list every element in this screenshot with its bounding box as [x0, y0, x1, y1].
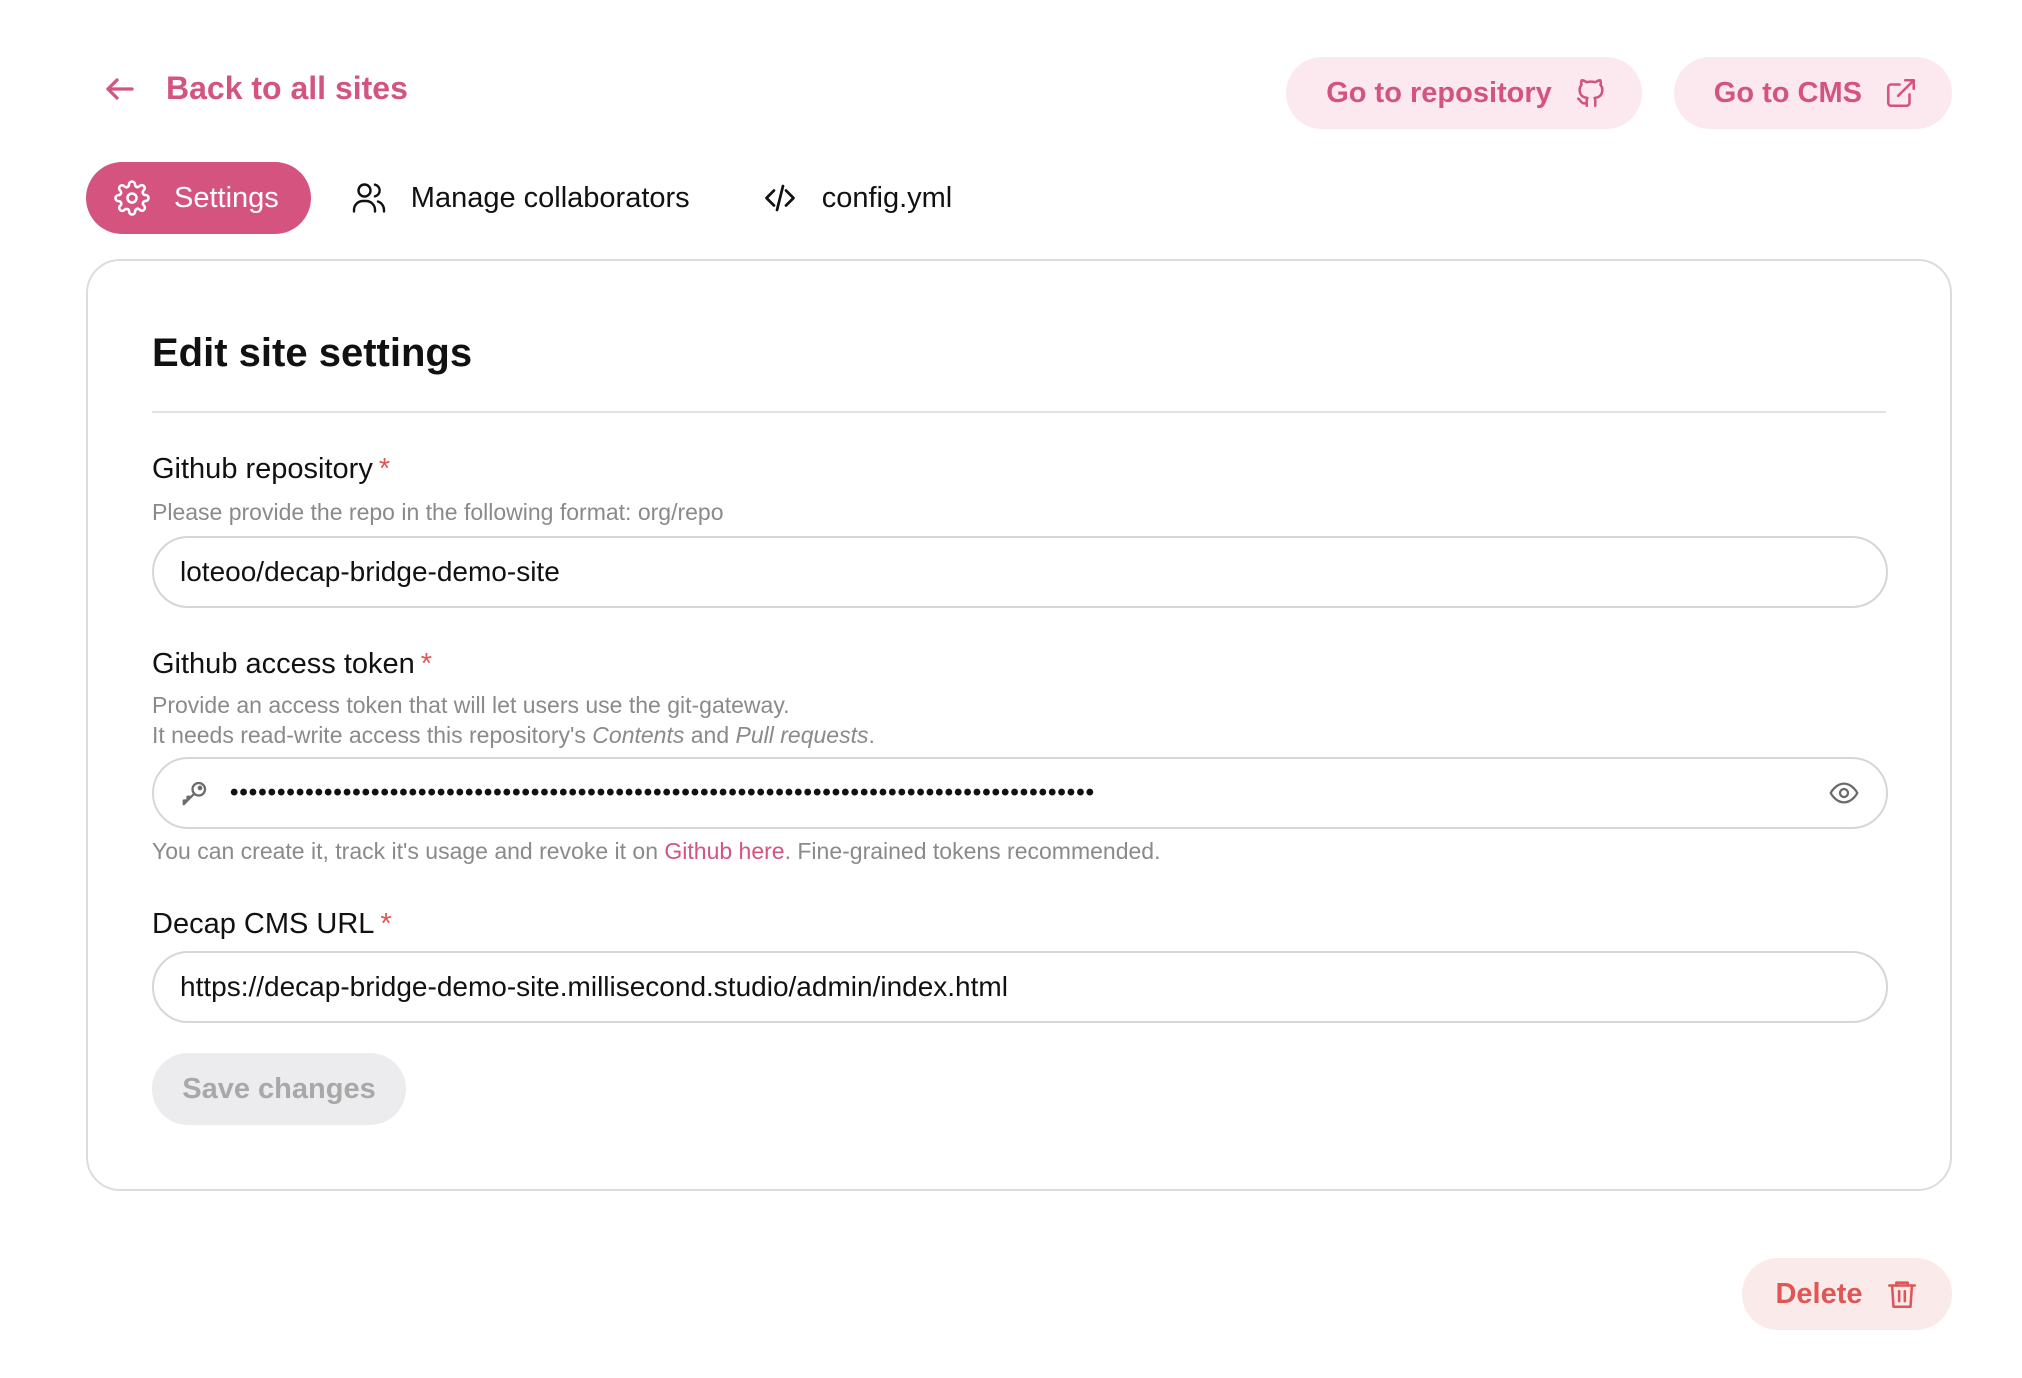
cms-url-label-text: Decap CMS URL — [152, 908, 375, 940]
card-title: Edit site settings — [152, 331, 473, 375]
delete-label: Delete — [1775, 1277, 1863, 1310]
footer-prefix: You can create it, track it's usage and … — [152, 838, 665, 864]
go-to-repository-label: Go to repository — [1326, 76, 1552, 109]
github-token-label: Github access token * — [152, 648, 432, 681]
github-token-footer: You can create it, track it's usage and … — [152, 836, 1160, 866]
tab-bar: Settings Manage collaborators config.yml — [86, 162, 984, 234]
tab-settings[interactable]: Settings — [86, 162, 311, 234]
github-repository-value: loteoo/decap-bridge-demo-site — [180, 556, 560, 587]
help-line2-suffix: . — [868, 722, 875, 748]
github-icon — [1576, 79, 1604, 108]
github-token-help: Provide an access token that will let us… — [152, 690, 875, 750]
required-marker: * — [380, 908, 392, 940]
footer-suffix: . Fine-grained tokens recommended. — [784, 838, 1161, 864]
site-settings-page: Back to all sites Go to repository Go to… — [0, 0, 2022, 1378]
cms-url-label: Decap CMS URL * — [152, 908, 392, 941]
github-repository-input[interactable]: loteoo/decap-bridge-demo-site — [152, 536, 1888, 608]
tab-settings-label: Settings — [174, 181, 279, 214]
delete-site-button[interactable]: Delete — [1742, 1258, 1952, 1330]
go-to-cms-label: Go to CMS — [1713, 76, 1862, 109]
github-repository-label: Github repository * — [152, 453, 390, 486]
help-contents-em: Contents — [592, 722, 685, 748]
tab-config-yml[interactable]: config.yml — [730, 162, 985, 234]
github-token-help-line1: Provide an access token that will let us… — [152, 692, 790, 718]
key-icon — [182, 781, 207, 806]
github-repository-label-text: Github repository — [152, 453, 373, 485]
github-here-link[interactable]: Github here — [664, 838, 784, 864]
trash-icon — [1887, 1281, 1916, 1309]
go-to-repository-button[interactable]: Go to repository — [1286, 57, 1642, 129]
eye-icon[interactable] — [1828, 777, 1860, 809]
card-divider — [152, 411, 1886, 413]
top-actions: Go to repository Go to CMS — [1286, 57, 1952, 129]
help-and: and — [684, 722, 736, 748]
save-changes-button[interactable]: Save changes — [152, 1053, 406, 1125]
github-token-masked-value: ••••••••••••••••••••••••••••••••••••••••… — [230, 779, 1096, 806]
arrow-left-icon — [106, 77, 134, 100]
back-link-label: Back to all sites — [166, 70, 408, 106]
tab-config-yml-label: config.yml — [821, 181, 953, 214]
required-marker: * — [420, 648, 433, 680]
github-token-label-text: Github access token — [152, 648, 415, 680]
code-icon — [764, 184, 795, 212]
github-repository-help: Please provide the repo in the following… — [152, 499, 724, 525]
help-line2-prefix: It needs read-write access this reposito… — [152, 722, 593, 748]
cms-url-input[interactable]: https://decap-bridge-demo-site.milliseco… — [152, 951, 1888, 1023]
tab-manage-collaborators-label: Manage collaborators — [410, 181, 690, 214]
site-settings-card: Edit site settings Github repository * Pl… — [86, 259, 1952, 1191]
gear-icon — [114, 180, 150, 216]
github-token-help-line2: It needs read-write access this reposito… — [152, 720, 875, 750]
back-to-sites-link[interactable]: Back to all sites — [102, 70, 408, 107]
required-marker: * — [378, 453, 391, 485]
go-to-cms-button[interactable]: Go to CMS — [1673, 57, 1952, 129]
github-token-input[interactable]: ••••••••••••••••••••••••••••••••••••••••… — [152, 757, 1888, 829]
tab-manage-collaborators[interactable]: Manage collaborators — [319, 162, 722, 234]
external-link-icon — [1886, 78, 1916, 108]
users-icon — [352, 183, 385, 213]
cms-url-value: https://decap-bridge-demo-site.milliseco… — [180, 971, 1008, 1002]
help-pull-requests-em: Pull requests — [735, 722, 869, 748]
